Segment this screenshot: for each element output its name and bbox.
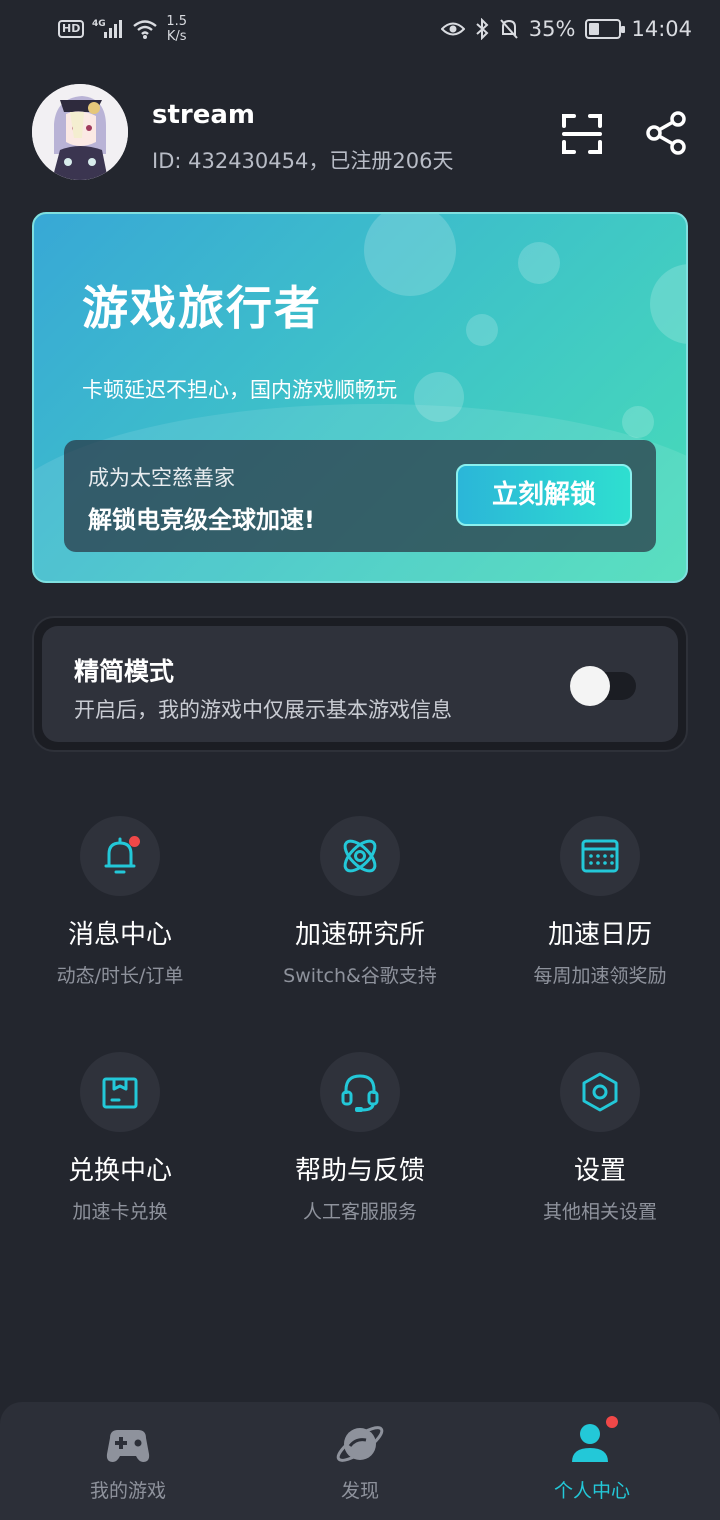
nav-tab-discover[interactable]: 发现 bbox=[240, 1416, 480, 1503]
grid-item-subtitle: 动态/时长/订单 bbox=[56, 965, 184, 987]
grid-item-redeem-center[interactable]: 兑换中心 加速卡兑换 bbox=[0, 1052, 240, 1224]
simple-mode-description: 开启后，我的游戏中仅展示基本游戏信息 bbox=[74, 698, 452, 722]
share-button[interactable] bbox=[644, 110, 690, 156]
bottom-navigation: 我的游戏 发现 个人中心 bbox=[0, 1402, 720, 1520]
banner-title: 游戏旅行者 bbox=[82, 281, 322, 335]
notification-dot bbox=[129, 836, 140, 847]
decor-bubble bbox=[364, 214, 456, 296]
grid-item-title: 设置 bbox=[573, 1156, 626, 1186]
avatar[interactable] bbox=[32, 84, 128, 180]
username: stream bbox=[152, 100, 255, 130]
toggle-knob bbox=[570, 666, 610, 706]
headset-icon bbox=[341, 1074, 379, 1112]
grid-item-subtitle: 人工客服服务 bbox=[302, 1201, 417, 1223]
mute-bell-icon bbox=[500, 19, 518, 39]
network-speed: 1.5 K/s bbox=[166, 14, 188, 44]
simple-mode-card: 精简模式 开启后，我的游戏中仅展示基本游戏信息 bbox=[42, 626, 678, 742]
grid-item-settings[interactable]: 设置 其他相关设置 bbox=[480, 1052, 720, 1224]
status-bar: HD 4G 1.5 K/s 35% 14:04 bbox=[0, 0, 720, 62]
atom-icon bbox=[343, 839, 377, 873]
grid-item-help-feedback[interactable]: 帮助与反馈 人工客服服务 bbox=[240, 1052, 480, 1224]
gamepad-icon bbox=[106, 1430, 150, 1462]
promo-text: 成为太空慈善家 bbox=[88, 466, 235, 490]
notification-dot bbox=[606, 1416, 618, 1428]
promo-headline: 解锁电竞级全球加速! bbox=[88, 506, 315, 534]
decor-bubble bbox=[518, 242, 560, 284]
banner-subtitle: 卡顿延迟不担心，国内游戏顺畅玩 bbox=[82, 378, 397, 402]
share-icon bbox=[646, 111, 686, 155]
scan-icon bbox=[562, 114, 602, 154]
grid-item-subtitle: 每周加速领奖励 bbox=[533, 965, 667, 987]
wifi-icon bbox=[133, 20, 158, 39]
svg-text:4G: 4G bbox=[92, 19, 106, 29]
nav-tab-profile[interactable]: 个人中心 bbox=[472, 1416, 712, 1503]
grid-item-acceleration-calendar[interactable]: 加速日历 每周加速领奖励 bbox=[480, 816, 720, 988]
unlock-button[interactable]: 立刻解锁 bbox=[456, 464, 632, 526]
nav-label: 个人中心 bbox=[553, 1480, 630, 1502]
nav-tab-my-games[interactable]: 我的游戏 bbox=[8, 1416, 248, 1503]
grid-item-subtitle: Switch&谷歌支持 bbox=[283, 965, 437, 987]
user-id-text: ID: 432430454，已注册206天 bbox=[152, 149, 454, 173]
simple-mode-title: 精简模式 bbox=[74, 657, 175, 686]
clock: 14:04 bbox=[631, 17, 692, 41]
grid-item-title: 加速研究所 bbox=[294, 920, 425, 950]
grid-item-acceleration-lab[interactable]: 加速研究所 Switch&谷歌支持 bbox=[240, 816, 480, 988]
decor-bubble bbox=[650, 264, 686, 344]
eye-icon bbox=[440, 22, 465, 36]
nav-label: 我的游戏 bbox=[89, 1480, 166, 1502]
grid-item-title: 消息中心 bbox=[67, 920, 172, 950]
bluetooth-icon bbox=[476, 18, 489, 40]
cellular-signal-icon: 4G bbox=[92, 19, 123, 38]
gift-box-icon bbox=[102, 1077, 138, 1109]
simple-mode-toggle[interactable] bbox=[570, 666, 636, 706]
scan-button[interactable] bbox=[558, 110, 606, 158]
grid-item-message-center[interactable]: 消息中心 动态/时长/订单 bbox=[0, 816, 240, 988]
membership-banner[interactable]: 游戏旅行者 卡顿延迟不担心，国内游戏顺畅玩 成为太空慈善家 解锁电竞级全球加速!… bbox=[32, 212, 688, 583]
settings-hexagon-icon bbox=[582, 1072, 618, 1112]
grid-item-subtitle: 其他相关设置 bbox=[542, 1201, 657, 1223]
calendar-icon bbox=[581, 839, 619, 873]
grid-item-title: 兑换中心 bbox=[67, 1156, 172, 1186]
decor-bubble bbox=[622, 406, 654, 438]
planet-icon bbox=[336, 1426, 384, 1462]
simple-mode-section: 精简模式 开启后，我的游戏中仅展示基本游戏信息 bbox=[32, 616, 688, 752]
avatar-illustration-icon bbox=[32, 84, 128, 180]
grid-item-title: 加速日历 bbox=[547, 920, 652, 950]
decor-bubble bbox=[466, 314, 498, 346]
battery-icon bbox=[585, 19, 626, 39]
grid-item-subtitle: 加速卡兑换 bbox=[72, 1201, 168, 1223]
battery-percent: 35% bbox=[528, 17, 576, 41]
promo-panel: 成为太空慈善家 解锁电竞级全球加速! 立刻解锁 bbox=[64, 440, 656, 552]
nav-label: 发现 bbox=[340, 1480, 379, 1502]
grid-item-title: 帮助与反馈 bbox=[294, 1156, 425, 1186]
hd-icon: HD bbox=[58, 20, 85, 38]
